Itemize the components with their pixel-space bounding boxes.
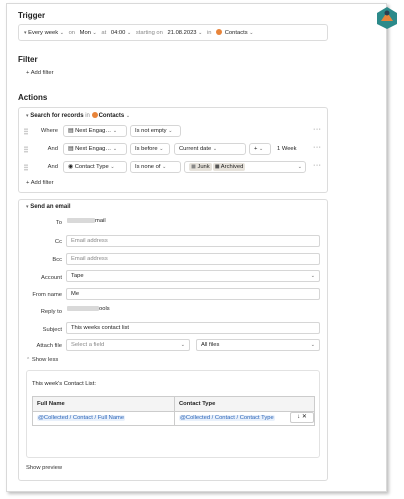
body-table[interactable]: Full Name Contact Type @Collected / Cont… xyxy=(32,396,315,426)
drag-handle-icon[interactable] xyxy=(24,146,28,153)
send-email-header[interactable]: ▾ Send an email xyxy=(26,204,71,210)
at-label: at xyxy=(101,30,107,36)
condition-conjunction: Where xyxy=(40,128,58,134)
add-filter-label: Add filter xyxy=(30,70,54,76)
subject-label: Subject xyxy=(42,327,62,333)
plus-icon: + xyxy=(26,180,30,186)
trigger-heading: Trigger xyxy=(18,11,46,20)
date-input[interactable]: 21.08.2023 xyxy=(168,30,197,36)
to-field[interactable]: mail xyxy=(67,218,106,224)
condition-operator-select[interactable]: Is before ⌄ xyxy=(130,143,170,155)
condition-field-select[interactable]: ▤ Next Engag… ⌄ xyxy=(63,125,127,137)
account-select[interactable]: Tape ⌄ xyxy=(66,270,320,282)
offset-sign-select[interactable]: + ⌄ xyxy=(249,143,271,155)
chevron-down-icon: ⌄ xyxy=(92,30,97,36)
day-select[interactable]: Mon xyxy=(80,30,91,36)
chevron-down-icon: ⌄ xyxy=(59,30,64,36)
to-label: To xyxy=(55,220,62,226)
condition-tags-select[interactable]: ◼ Junk ◼ Archived ⌄ xyxy=(184,161,306,173)
chevron-down-icon: ⌄ xyxy=(198,30,203,36)
show-less-label: Show less xyxy=(31,357,59,363)
add-filter-button[interactable]: + Add filter xyxy=(26,180,54,186)
bcc-input[interactable]: Email address xyxy=(66,253,320,265)
tag-junk: ◼ Junk xyxy=(189,163,212,171)
table-select[interactable]: Contacts xyxy=(225,30,248,36)
more-options-icon[interactable]: ··· xyxy=(313,144,322,151)
cc-input[interactable]: Email address xyxy=(66,235,320,247)
condition-operator-select[interactable]: Is not empty ⌄ xyxy=(130,125,181,137)
condition-field-select[interactable]: ◉ Contact Type ⌄ xyxy=(63,161,127,173)
contact-type-icon: ◉ xyxy=(68,164,74,170)
attach-field-select[interactable]: Select a field ⌄ xyxy=(66,339,190,351)
search-table: Contacts xyxy=(98,113,125,119)
chevron-down-icon: ⌄ xyxy=(249,30,254,36)
redacted-text xyxy=(67,306,99,311)
body-intro-text: This week's Contact List: xyxy=(32,381,96,387)
more-options-icon[interactable]: ··· xyxy=(313,126,322,133)
contacts-table-icon xyxy=(91,112,98,118)
row-controls: ↓ ✕ xyxy=(290,412,314,423)
reply-to-field[interactable]: ools xyxy=(67,306,110,312)
frequency-select[interactable]: Every week xyxy=(28,30,58,36)
subject-input[interactable]: This weeks contact list xyxy=(66,322,320,334)
condition-field-select[interactable]: ▤ Next Engag… ⌄ xyxy=(63,143,127,155)
add-filter-button[interactable]: + Add filter xyxy=(26,70,54,76)
offset-amount[interactable]: 1 Week xyxy=(277,146,297,152)
condition-operator-select[interactable]: Is none of ⌄ xyxy=(130,161,181,173)
on-label: on xyxy=(68,30,76,36)
drag-handle-icon[interactable] xyxy=(24,164,28,171)
table-header-cell: Contact Type xyxy=(175,397,314,412)
cc-label: Cc xyxy=(54,239,62,245)
table-cell: @Collected / Contact / Contact Type xyxy=(175,412,285,426)
close-icon[interactable]: ✕ xyxy=(302,414,307,420)
show-less-toggle[interactable]: ⌃ Show less xyxy=(26,357,58,363)
chevron-down-icon: ⌄ xyxy=(310,342,315,348)
attach-file-label: Attach file xyxy=(36,343,62,349)
chevron-down-icon: ▾ xyxy=(26,204,29,210)
field-icon: ▤ xyxy=(68,146,74,152)
table-cell: @Collected / Contact / Full Name xyxy=(33,412,175,426)
field-token[interactable]: @Collected / Contact / Contact Type xyxy=(179,415,275,421)
chevron-down-icon: ⌄ xyxy=(310,273,315,279)
condition-value-select[interactable]: Current date ⌄ xyxy=(174,143,246,155)
app-logo-icon xyxy=(377,7,397,29)
bcc-label: Bcc xyxy=(52,257,62,263)
filter-heading: Filter xyxy=(18,55,38,64)
from-name-label: From name xyxy=(32,292,62,298)
more-options-icon[interactable]: ··· xyxy=(313,162,322,169)
arrow-down-icon[interactable]: ↓ xyxy=(297,414,300,420)
chevron-up-icon: ⌃ xyxy=(26,357,31,363)
show-preview-link[interactable]: Show preview xyxy=(26,465,62,471)
in-label: in xyxy=(85,113,90,119)
chevron-down-icon: ⌄ xyxy=(125,113,131,119)
search-records-header[interactable]: ▾ Search for records in Contacts ⌄ xyxy=(26,112,130,119)
chevron-down-icon: ▾ xyxy=(26,113,29,119)
search-title: Search for records xyxy=(30,113,84,119)
from-name-input[interactable]: Me xyxy=(66,288,320,300)
table-header-cell: Full Name xyxy=(33,397,175,412)
time-select[interactable]: 04:00 xyxy=(111,30,126,36)
condition-conjunction: And xyxy=(47,146,58,152)
field-token[interactable]: @Collected / Contact / Full Name xyxy=(37,415,126,421)
account-label: Account xyxy=(41,275,62,281)
condition-conjunction: And xyxy=(47,164,58,170)
chevron-down-icon[interactable]: ▾ xyxy=(24,30,27,36)
field-icon: ▤ xyxy=(68,128,74,134)
in-label: in xyxy=(206,30,212,36)
chevron-down-icon: ⌄ xyxy=(180,342,185,348)
chevron-down-icon: ⌄ xyxy=(126,30,132,36)
trigger-bar: ▾ Every week ⌄ on Mon ⌄ at 04:00 ⌄ start… xyxy=(18,24,328,41)
contacts-table-icon xyxy=(216,29,223,36)
tag-archived: ◼ Archived xyxy=(212,163,246,171)
redacted-text xyxy=(67,218,95,223)
send-email-title: Send an email xyxy=(30,204,71,210)
drag-handle-icon[interactable] xyxy=(24,128,28,135)
starting-label: starting on xyxy=(135,30,163,36)
reply-to-label: Reply to xyxy=(40,309,62,315)
add-filter-label: Add filter xyxy=(30,180,54,186)
actions-heading: Actions xyxy=(18,93,48,102)
plus-icon: + xyxy=(26,70,30,76)
file-type-select[interactable]: All files ⌄ xyxy=(196,339,320,351)
